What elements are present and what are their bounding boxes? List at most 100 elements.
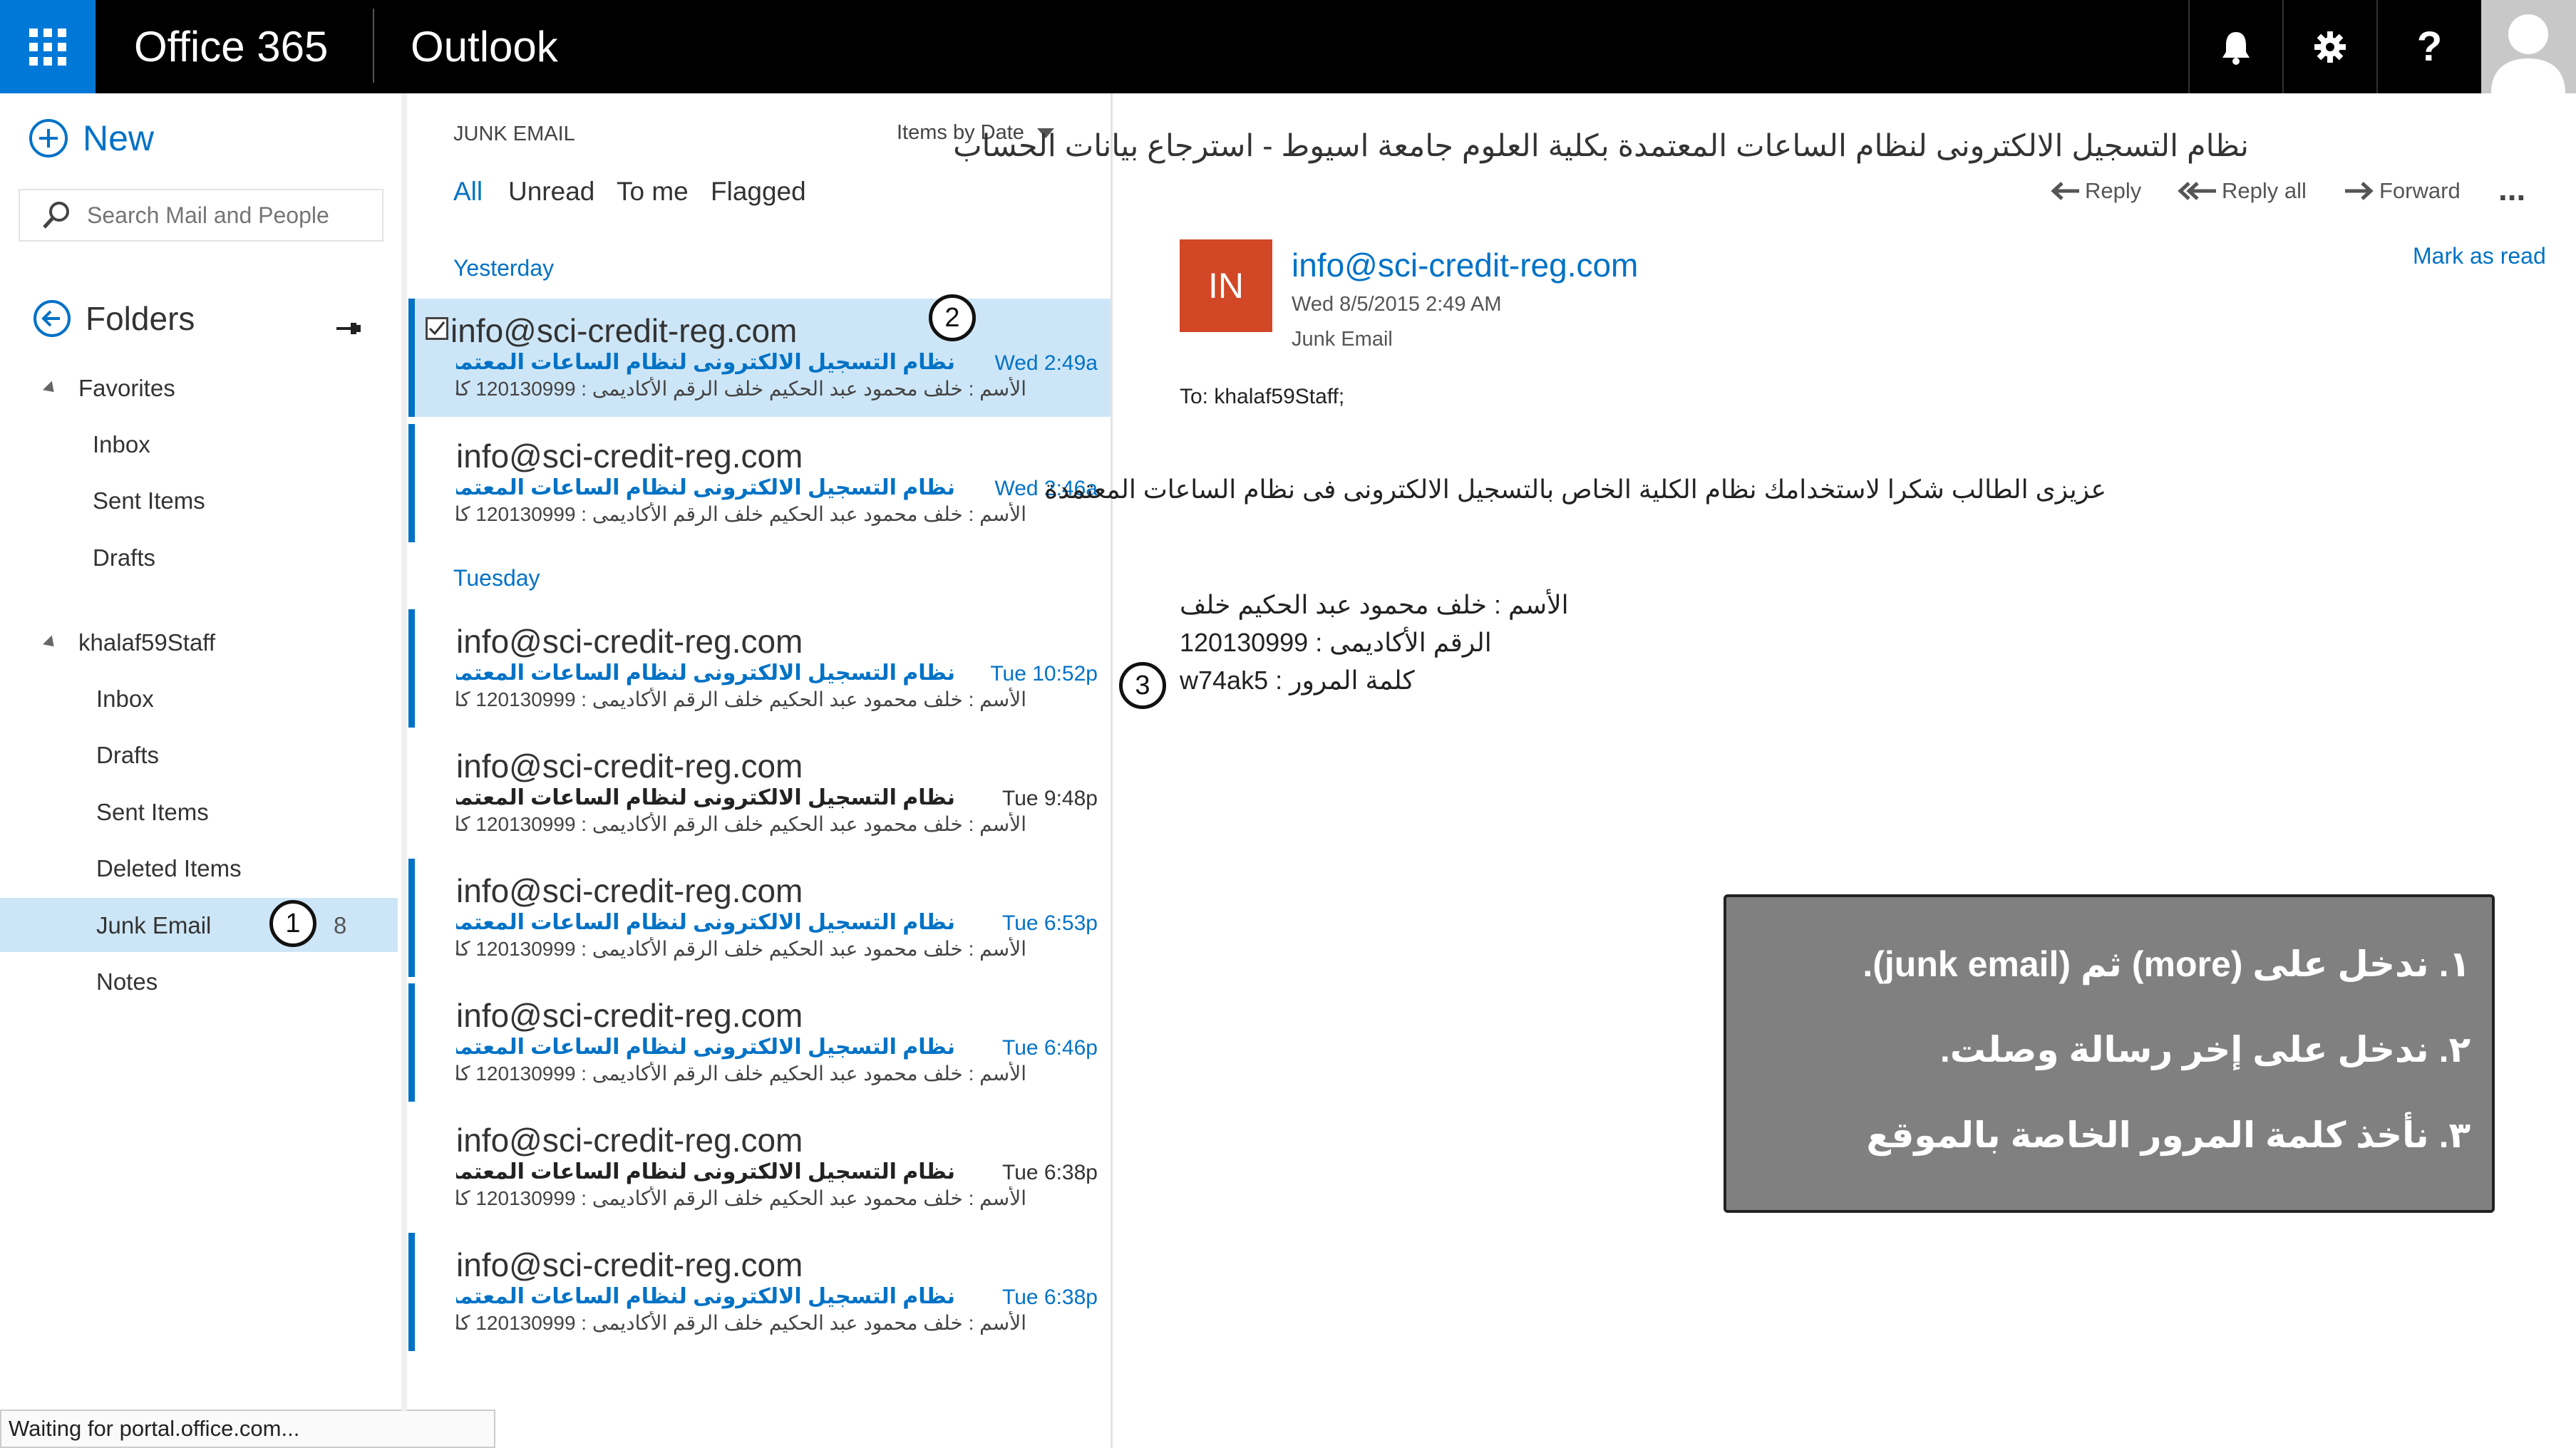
message-subject: نظام التسجيل الالكترونى لنظام الساعات ال… — [456, 786, 955, 810]
message-time: Wed 2:49a — [994, 351, 1098, 375]
reply-button[interactable]: Reply — [2049, 178, 2141, 204]
sender-address[interactable]: info@sci-credit-reg.com — [1292, 246, 1638, 284]
recipients: To: khalaf59Staff; — [1180, 385, 1345, 408]
back-arrow-circle-icon — [34, 300, 71, 337]
reply-label: Reply — [2085, 178, 2142, 203]
checkmark-icon — [428, 321, 445, 336]
message-time: Tue 6:38p — [1002, 1161, 1098, 1184]
user-avatar[interactable] — [2481, 0, 2576, 93]
message-preview: الأسم : خلف محمود عبد الحكيم خلف الرقم ا… — [456, 378, 1026, 400]
message-sender: info@sci-credit-reg.com — [456, 997, 803, 1034]
message-sender: info@sci-credit-reg.com — [456, 438, 803, 475]
mark-as-read-link[interactable]: Mark as read — [2413, 243, 2546, 269]
step-marker-2: 2 — [929, 294, 976, 341]
question-mark-icon: ? — [2416, 24, 2443, 70]
message-sender: info@sci-credit-reg.com — [456, 1246, 803, 1283]
reply-all-label: Reply all — [2222, 178, 2307, 203]
message-sender: info@sci-credit-reg.com — [450, 312, 798, 349]
message-item[interactable]: info@sci-credit-reg.com نظام التسجيل الا… — [408, 609, 1111, 728]
settings-button[interactable] — [2282, 0, 2376, 93]
brand-title[interactable]: Office 365 — [134, 0, 328, 93]
search-icon — [43, 202, 69, 229]
pane-divider[interactable] — [401, 93, 407, 1412]
folder-sent-items[interactable]: Sent Items — [96, 799, 209, 826]
body-name: الأسم : خلف محمود عبد الحكيم خلف — [1180, 590, 1569, 619]
message-subject: نظام التسجيل الالكترونى لنظام الساعات ال… — [456, 1285, 955, 1308]
date-group-header: Yesterday — [453, 255, 555, 281]
pane-divider[interactable] — [1111, 93, 1113, 1448]
reply-all-arrow-icon — [2178, 182, 2216, 200]
navigation-pane — [0, 93, 401, 1447]
folder-title: JUNK EMAIL — [453, 123, 575, 145]
message-subject: نظام التسجيل الالكترونى لنظام الساعات ال… — [456, 1160, 955, 1184]
step-marker-1: 1 — [269, 900, 316, 947]
message-preview: الأسم : خلف محمود عبد الحكيم خلف الرقم ا… — [456, 938, 1026, 960]
message-sender: info@sci-credit-reg.com — [456, 1122, 803, 1159]
waffle-icon — [29, 28, 66, 66]
favorite-drafts[interactable]: Drafts — [93, 544, 155, 572]
favorites-group[interactable]: Favorites — [43, 375, 175, 402]
message-sender: info@sci-credit-reg.com — [456, 623, 803, 660]
junk-unread-count: 8 — [334, 912, 347, 938]
search-input[interactable] — [86, 201, 373, 229]
reply-all-button[interactable]: Reply all — [2178, 178, 2307, 204]
folder-inbox[interactable]: Inbox — [96, 686, 154, 713]
folder-drafts[interactable]: Drafts — [96, 742, 159, 769]
brand-divider — [373, 9, 374, 83]
forward-arrow-icon — [2345, 182, 2374, 200]
step-marker-3: 3 — [1119, 662, 1166, 709]
folder-junk-email[interactable]: Junk Email — [96, 912, 211, 939]
message-item[interactable]: info@sci-credit-reg.com نظام التسجيل الا… — [408, 1233, 1111, 1351]
app-launcher-button[interactable] — [0, 0, 96, 93]
folder-notes[interactable]: Notes — [96, 968, 158, 995]
help-button[interactable]: ? — [2376, 0, 2481, 93]
person-silhouette-icon — [2491, 14, 2565, 93]
pin-icon — [336, 323, 361, 334]
account-label: khalaf59Staff — [78, 629, 216, 656]
gear-icon — [2314, 31, 2346, 63]
tab-unread[interactable]: Unread — [508, 177, 594, 207]
message-item[interactable]: info@sci-credit-reg.com نظام التسجيل الا… — [408, 983, 1111, 1102]
message-sender: info@sci-credit-reg.com — [456, 748, 803, 785]
message-preview: الأسم : خلف محمود عبد الحكيم خلف الرقم ا… — [456, 503, 1026, 525]
body-academic-id: الرقم الأكاديمى : 120130999 — [1180, 628, 1492, 657]
message-time: Tue 6:53p — [1002, 911, 1098, 935]
message-preview: الأسم : خلف محمود عبد الحكيم خلف الرقم ا… — [456, 1312, 1026, 1334]
tab-all[interactable]: All — [453, 177, 483, 207]
bell-icon — [2222, 31, 2250, 65]
body-greeting: عزيزى الطالب شكرا لاستخدامك نظام الكلية … — [1044, 475, 2106, 504]
message-time: Tue 6:38p — [1002, 1286, 1098, 1309]
favorites-label: Favorites — [78, 375, 175, 401]
message-time: Tue 6:46p — [1002, 1036, 1098, 1060]
reading-subject: نظام التسجيل الالكترونى لنظام الساعات ال… — [953, 129, 2249, 163]
notifications-button[interactable] — [2188, 0, 2282, 93]
favorite-sent-items[interactable]: Sent Items — [93, 487, 205, 514]
message-checkbox[interactable] — [426, 317, 448, 340]
tab-to-me[interactable]: To me — [617, 177, 689, 207]
message-subject: نظام التسجيل الالكترونى لنظام الساعات ال… — [456, 661, 955, 685]
instruction-step-3: ٣. نأخذ كلمة المرور الخاصة بالموقع — [1866, 1115, 2471, 1155]
message-sender: info@sci-credit-reg.com — [456, 872, 803, 909]
message-item[interactable]: info@sci-credit-reg.com نظام التسجيل الا… — [408, 299, 1111, 417]
search-box[interactable] — [19, 189, 383, 242]
forward-label: Forward — [2379, 178, 2461, 203]
browser-status-bar: Waiting for portal.office.com... — [0, 1410, 495, 1448]
more-actions-button[interactable]: ... — [2498, 170, 2525, 208]
folder-deleted-items[interactable]: Deleted Items — [96, 855, 242, 882]
message-item[interactable]: info@sci-credit-reg.com نظام التسجيل الا… — [408, 1108, 1111, 1226]
pin-button[interactable] — [335, 318, 362, 343]
forward-button[interactable]: Forward — [2344, 178, 2461, 204]
message-item[interactable]: info@sci-credit-reg.com نظام التسجيل الا… — [408, 424, 1111, 542]
message-preview: الأسم : خلف محمود عبد الحكيم خلف الرقم ا… — [456, 1062, 1026, 1085]
favorite-inbox[interactable]: Inbox — [93, 431, 150, 458]
message-item[interactable]: info@sci-credit-reg.com نظام التسجيل الا… — [408, 734, 1111, 852]
new-mail-button[interactable]: New — [29, 118, 154, 159]
expand-triangle-icon — [43, 635, 58, 651]
folders-header[interactable]: Folders — [33, 299, 195, 338]
account-group[interactable]: khalaf59Staff — [43, 629, 216, 656]
message-item[interactable]: info@sci-credit-reg.com نظام التسجيل الا… — [408, 859, 1111, 977]
tab-flagged[interactable]: Flagged — [711, 177, 806, 207]
message-subject: نظام التسجيل الالكترونى لنظام الساعات ال… — [456, 1035, 955, 1059]
message-folder: Junk Email — [1292, 328, 1393, 351]
app-title[interactable]: Outlook — [411, 0, 558, 93]
